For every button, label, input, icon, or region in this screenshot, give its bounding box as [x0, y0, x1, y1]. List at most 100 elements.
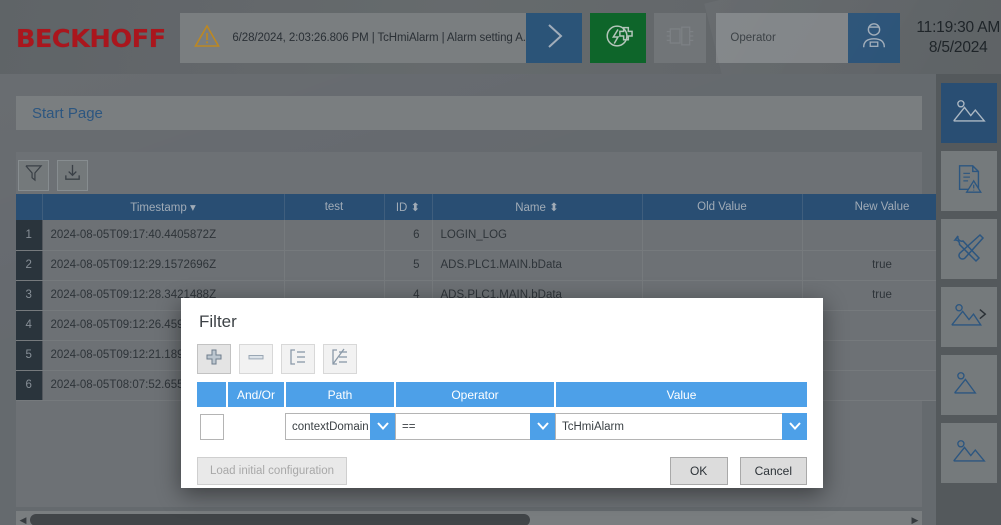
- path-combobox[interactable]: contextDomain: [285, 413, 395, 440]
- user-operator-icon: [859, 21, 889, 56]
- col-header-timestamp[interactable]: Timestamp ▾: [42, 194, 285, 220]
- sort-both-icon: ⬍: [410, 202, 421, 214]
- cell-name: LOGIN_LOG: [432, 220, 643, 251]
- filter-icon: [24, 163, 43, 187]
- tab-start-page[interactable]: Start Page: [32, 105, 103, 122]
- cell-index: 4: [16, 310, 43, 341]
- ungroup-icon: [331, 348, 349, 371]
- clock: 11:19:30 AM 8/5/2024: [916, 18, 1000, 58]
- operator-dropdown-button[interactable]: [530, 413, 555, 440]
- filter-cell-andor: [227, 407, 285, 443]
- filter-row: contextDomain == TcHmiAlarm: [197, 407, 807, 443]
- filter-table: And/Or Path Operator Value contextDomain: [197, 382, 807, 443]
- plc-button[interactable]: [654, 13, 707, 63]
- sidebar-item-image-1[interactable]: [940, 83, 997, 143]
- col-header-old-value[interactable]: Old Value: [642, 194, 803, 220]
- cancel-button[interactable]: Cancel: [739, 457, 807, 485]
- scrollbar-track[interactable]: [30, 514, 908, 525]
- horizontal-scrollbar[interactable]: ◀ ▶: [16, 511, 922, 525]
- cell-timestamp: 2024-08-05T09:12:29.1572696Z: [42, 250, 285, 281]
- filter-col-path: Path: [285, 382, 396, 407]
- gear-bolt-icon: [603, 21, 634, 56]
- image-icon: [951, 436, 987, 471]
- col-header-id[interactable]: ID ⬍: [384, 194, 433, 220]
- cell-id: 5: [384, 250, 433, 281]
- col-label: ID: [395, 202, 408, 214]
- cell-name: ADS.PLC1.MAIN.bData: [432, 250, 643, 281]
- datagrid-toolbar: [16, 152, 922, 194]
- cell-index: 3: [16, 280, 43, 311]
- sidebar-item-tools[interactable]: [940, 219, 997, 279]
- document-warning-icon: [953, 163, 985, 200]
- path-value[interactable]: contextDomain: [285, 413, 370, 440]
- sort-desc-icon: ▾: [189, 202, 196, 214]
- scroll-left-arrow-icon[interactable]: ◀: [16, 515, 30, 525]
- chevron-down-icon: [788, 418, 802, 436]
- export-button[interactable]: [57, 159, 88, 191]
- dialog-title: Filter: [199, 312, 237, 331]
- scroll-right-arrow-icon[interactable]: ▶: [908, 515, 922, 525]
- filter-cell-path: contextDomain: [285, 407, 395, 443]
- value-dropdown-button[interactable]: [782, 413, 807, 440]
- path-dropdown-button[interactable]: [370, 413, 395, 440]
- col-header-name[interactable]: Name ⬍: [432, 194, 643, 220]
- filter-col-operator: Operator: [395, 382, 556, 407]
- image-icon: [951, 368, 987, 403]
- remove-row-button[interactable]: [239, 344, 273, 374]
- filter-cell-value: TcHmiAlarm: [555, 407, 807, 443]
- cell-id: 6: [384, 220, 433, 251]
- datagrid-header-row: Timestamp ▾ test ID ⬍ Name ⬍ Old Value N…: [16, 194, 1001, 220]
- operator-value[interactable]: ==: [395, 413, 530, 440]
- sidebar-item-image-2[interactable]: [940, 355, 997, 415]
- add-row-button[interactable]: [197, 344, 231, 374]
- alarm-next-button[interactable]: [526, 13, 583, 63]
- filter-button[interactable]: [18, 159, 49, 191]
- operator-combobox[interactable]: ==: [395, 413, 555, 440]
- filter-col-select: [197, 382, 228, 407]
- alarm-banner[interactable]: 6/28/2024, 2:03:26.806 PM | TcHmiAlarm |…: [180, 13, 527, 63]
- app-header: BECKHOFF 6/28/2024, 2:03:26.806 PM | TcH…: [0, 0, 1001, 74]
- value-input[interactable]: TcHmiAlarm: [555, 413, 782, 440]
- col-label: Name: [515, 202, 546, 214]
- cell-timestamp: 2024-08-05T09:17:40.4405872Z: [42, 220, 285, 251]
- clock-time: 11:19:30 AM: [916, 19, 1001, 36]
- ungroup-button[interactable]: [323, 344, 357, 374]
- tabbar: Start Page: [16, 96, 922, 130]
- chevron-down-icon: [376, 418, 390, 436]
- load-initial-configuration-button[interactable]: Load initial configuration: [197, 457, 348, 485]
- sidebar-item-alarm-doc[interactable]: [940, 151, 997, 211]
- group-icon: [289, 348, 307, 371]
- beckhoff-logo: BECKHOFF: [15, 23, 166, 53]
- user-login-button[interactable]: [848, 13, 901, 63]
- image-icon: [951, 96, 987, 131]
- ok-button[interactable]: OK: [669, 457, 728, 485]
- filter-col-andor: And/Or: [227, 382, 286, 407]
- table-row[interactable]: 2 2024-08-05T09:12:29.1572696Z 5 ADS.PLC…: [16, 250, 1001, 281]
- plus-icon: [205, 348, 223, 371]
- filter-row-checkbox[interactable]: [200, 413, 224, 440]
- table-row[interactable]: 1 2024-08-05T09:17:40.4405872Z 6 LOGIN_L…: [16, 220, 1001, 251]
- plc-device-icon: [665, 23, 695, 54]
- cell-index: 5: [16, 340, 43, 371]
- tools-icon: [952, 231, 986, 268]
- cell-old-value: [642, 250, 803, 281]
- sidebar-item-image-next[interactable]: [940, 287, 997, 347]
- col-header-test[interactable]: test: [284, 194, 385, 220]
- chevron-down-icon: [536, 418, 550, 436]
- cell-test: [284, 220, 385, 251]
- connection-status-button[interactable]: [590, 13, 647, 63]
- col-header-index[interactable]: [16, 194, 43, 220]
- scrollbar-thumb[interactable]: [30, 514, 531, 525]
- dialog-footer: Load initial configuration OK Cancel: [197, 457, 807, 485]
- clock-date: 8/5/2024: [928, 39, 988, 56]
- user-name-display[interactable]: Operator: [716, 13, 849, 63]
- filter-col-value: Value: [555, 382, 807, 407]
- group-button[interactable]: [281, 344, 315, 374]
- filter-dialog: Filter And/Or Path Operator Value contex…: [181, 298, 823, 488]
- sidebar-item-image-3[interactable]: [940, 423, 997, 483]
- value-combobox[interactable]: TcHmiAlarm: [555, 413, 807, 440]
- cell-index: 2: [16, 250, 43, 281]
- sort-both-icon: ⬍: [549, 202, 559, 214]
- right-sidebar: [936, 74, 1001, 525]
- cell-old-value: [642, 220, 803, 251]
